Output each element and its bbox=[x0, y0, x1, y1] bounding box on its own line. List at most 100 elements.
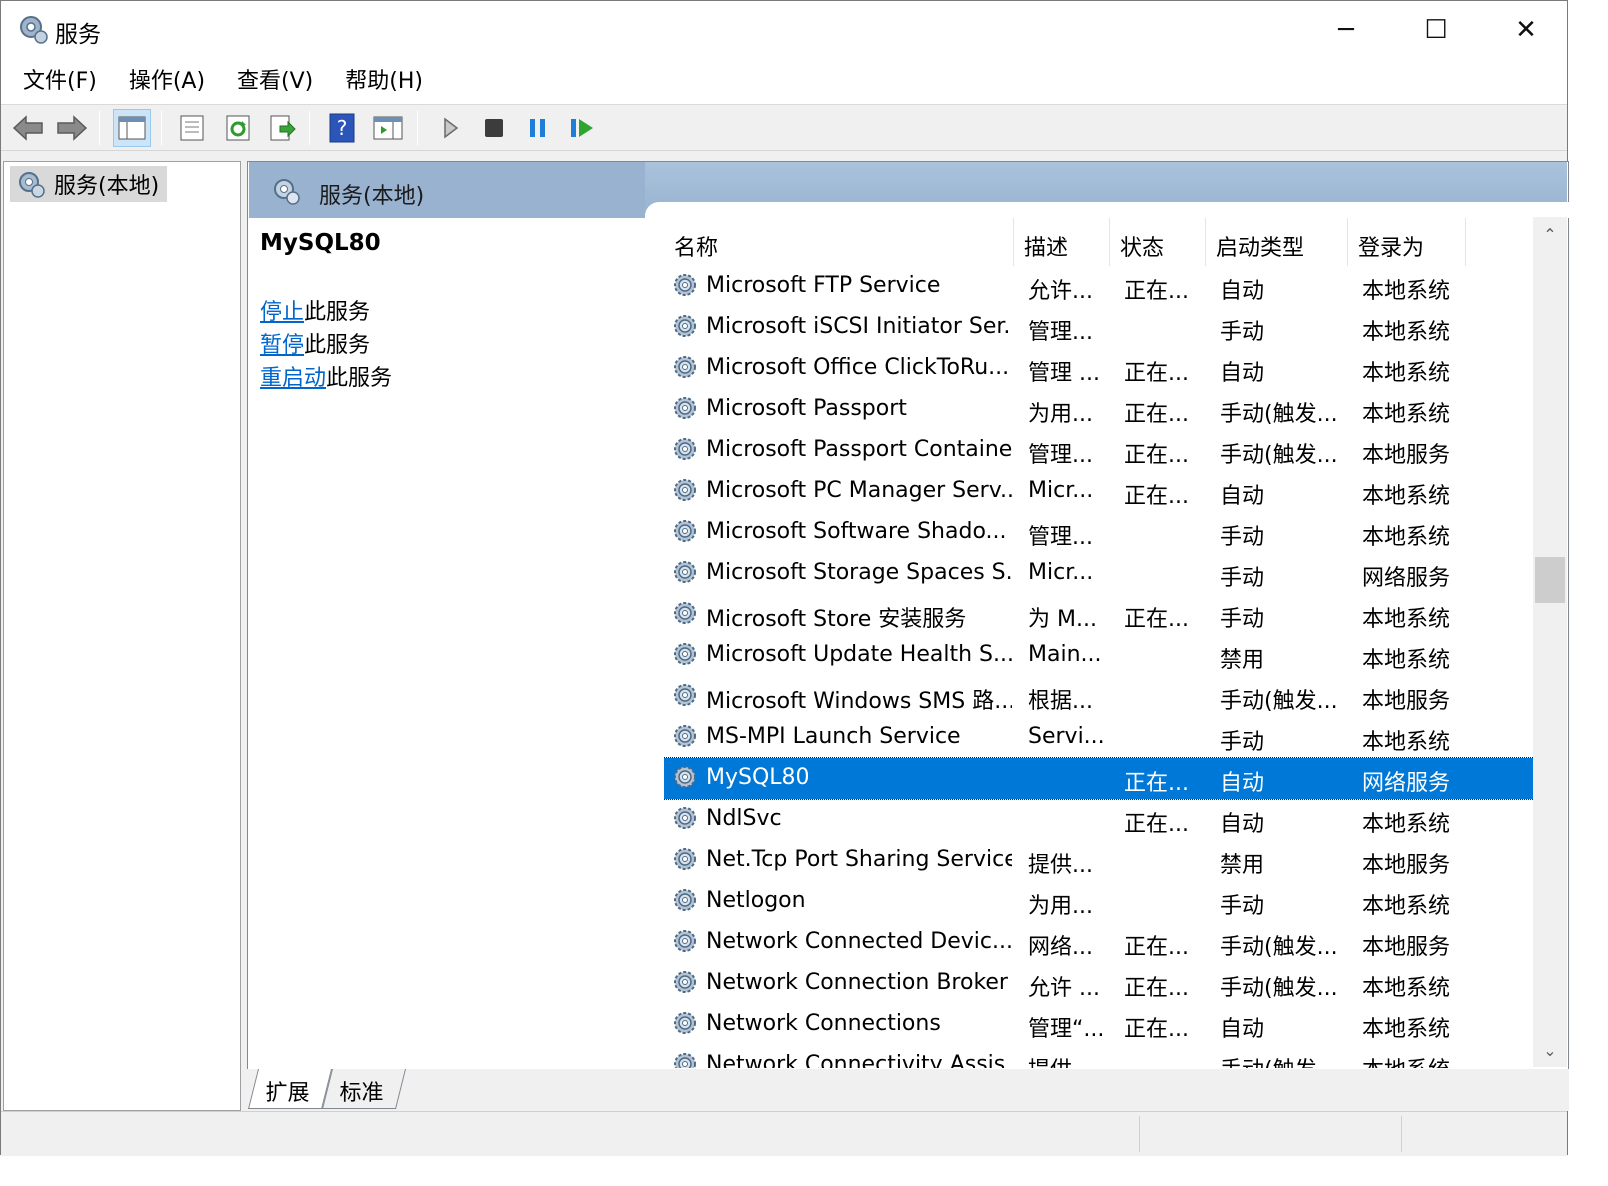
show-hide-console-tree-button[interactable] bbox=[113, 109, 151, 147]
table-row[interactable]: Microsoft Update Health S... Main... 禁用 本地系… bbox=[664, 635, 1536, 676]
service-logon-as-cell: 本地服务 bbox=[1362, 935, 1451, 960]
service-status-cell: 正在... bbox=[1124, 607, 1189, 632]
column-header-status[interactable]: 状态 bbox=[1110, 218, 1206, 266]
show-action-pane-button[interactable] bbox=[369, 109, 407, 147]
service-name-cell: Microsoft Office ClickToRu... bbox=[706, 355, 1010, 380]
table-row[interactable]: MS-MPI Launch Service Servi... 手动 本地系统 bbox=[664, 717, 1536, 758]
column-label: 启动类型 bbox=[1216, 236, 1305, 261]
table-row[interactable]: NdlSvc 正在... 自动 本地系统 bbox=[664, 799, 1536, 840]
service-gear-icon bbox=[674, 356, 696, 378]
table-row[interactable]: Microsoft Software Shado... 管理... 手动 本地系统 bbox=[664, 512, 1536, 553]
service-name-cell: Microsoft PC Manager Serv... bbox=[706, 478, 1012, 503]
service-logon-as-cell: 本地系统 bbox=[1362, 730, 1451, 755]
pause-service-button[interactable] bbox=[519, 109, 557, 147]
export-list-button[interactable] bbox=[263, 109, 301, 147]
service-logon-as-cell: 本地系统 bbox=[1362, 976, 1451, 1001]
close-button[interactable]: ✕ bbox=[1481, 1, 1571, 59]
column-header-name[interactable]: ^ 名称 bbox=[664, 218, 1014, 266]
table-row[interactable]: Net.Tcp Port Sharing Service 提供... 禁用 本地服务 bbox=[664, 840, 1536, 881]
service-name-cell: Microsoft iSCSI Initiator Ser... bbox=[706, 314, 1012, 339]
service-gear-icon bbox=[674, 479, 696, 501]
service-startup-type-cell: 手动 bbox=[1220, 525, 1265, 550]
maximize-button[interactable]: ☐ bbox=[1391, 1, 1481, 59]
start-service-button[interactable] bbox=[431, 109, 469, 147]
service-gear-icon bbox=[674, 889, 696, 911]
toolbar-separator bbox=[161, 111, 162, 145]
tree-item-services-local[interactable]: 服务(本地) bbox=[10, 166, 168, 202]
forward-button[interactable] bbox=[53, 109, 91, 147]
menu-file[interactable]: 文件(F) bbox=[7, 62, 113, 102]
scroll-up-button[interactable]: ⌃ bbox=[1533, 217, 1567, 251]
properties-button[interactable] bbox=[173, 109, 211, 147]
back-button[interactable] bbox=[9, 109, 47, 147]
services-pane: 服务(本地) MySQL80 停止此服务 暂停此服务 重启动此服务 ^ 名称 描… bbox=[247, 161, 1569, 1071]
table-row[interactable]: Microsoft FTP Service 允许... 正在... 自动 本地系统 bbox=[664, 266, 1536, 307]
services-gear-icon bbox=[19, 172, 45, 198]
forward-icon bbox=[57, 115, 88, 141]
service-logon-as-cell: 本地系统 bbox=[1362, 648, 1451, 673]
scrollbar-thumb[interactable] bbox=[1535, 557, 1565, 603]
stop-service-button[interactable] bbox=[475, 109, 513, 147]
service-logon-as-cell: 本地系统 bbox=[1362, 894, 1451, 919]
table-row[interactable]: Netlogon 为用... 手动 本地系统 bbox=[664, 881, 1536, 922]
service-logon-as-cell: 本地系统 bbox=[1362, 1052, 1472, 1068]
tab-extended[interactable]: 扩展 bbox=[248, 1069, 332, 1109]
pause-link[interactable]: 暂停 bbox=[260, 333, 304, 358]
status-cell bbox=[1139, 1116, 1401, 1152]
resume-service-button[interactable] bbox=[563, 109, 601, 147]
menu-view[interactable]: 查看(V) bbox=[221, 62, 329, 102]
service-gear-icon bbox=[674, 1053, 696, 1068]
menu-help[interactable]: 帮助(H) bbox=[329, 62, 439, 102]
scroll-down-button[interactable]: ⌄ bbox=[1533, 1033, 1567, 1067]
resume-service-icon bbox=[571, 119, 593, 137]
services-gear-icon bbox=[20, 16, 48, 44]
service-startup-type-cell: 手动(触发... bbox=[1220, 976, 1338, 1001]
action-suffix: 此服务 bbox=[304, 300, 371, 325]
stop-link[interactable]: 停止 bbox=[260, 300, 304, 325]
column-label: 登录为 bbox=[1358, 236, 1425, 261]
help-icon: ? bbox=[329, 113, 355, 143]
service-logon-as-cell: 本地系统 bbox=[1362, 607, 1451, 632]
column-header-description[interactable]: 描述 bbox=[1014, 218, 1110, 266]
console-tree: 服务(本地) bbox=[3, 161, 241, 1111]
table-row[interactable]: Microsoft PC Manager Serv... Micr... 正在...… bbox=[664, 471, 1536, 512]
pane-header-tab: 服务(本地) bbox=[249, 162, 645, 218]
toolbar: ? bbox=[1, 105, 1567, 151]
table-row[interactable]: Network Connected Devic... 网络... 正在... 手动(触… bbox=[664, 922, 1536, 963]
service-name-cell: Netlogon bbox=[706, 888, 806, 913]
table-row[interactable]: Microsoft Passport Container 管理... 正在... 手动… bbox=[664, 430, 1536, 471]
service-name-cell: Network Connections bbox=[706, 1011, 941, 1036]
table-row[interactable]: Microsoft iSCSI Initiator Ser... 管理... 手动 本… bbox=[664, 307, 1536, 348]
refresh-button[interactable] bbox=[219, 109, 257, 147]
table-row[interactable]: Microsoft Office ClickToRu... 管理 ... 正在...… bbox=[664, 348, 1536, 389]
table-row[interactable]: Microsoft Store 安装服务 为 M... 正在... 手动 本地系统 bbox=[664, 594, 1536, 635]
service-detail: MySQL80 停止此服务 暂停此服务 重启动此服务 bbox=[260, 230, 640, 395]
table-row[interactable]: Microsoft Storage Spaces S... Micr... 手动 网络… bbox=[664, 553, 1536, 594]
table-row[interactable]: MySQL80 正在... 自动 网络服务 bbox=[664, 757, 1536, 800]
table-row[interactable]: Microsoft Passport 为用... 正在... 手动(触发... 本地系统 bbox=[664, 389, 1536, 430]
table-row[interactable]: Network Connection Broker 允许 ... 正在... 手动(触… bbox=[664, 963, 1536, 1004]
help-button[interactable]: ? bbox=[323, 109, 361, 147]
table-row[interactable]: Microsoft Windows SMS 路... 根据... 手动(触发... 本… bbox=[664, 676, 1536, 717]
menu-bar: 文件(F) 操作(A) 查看(V) 帮助(H) bbox=[1, 59, 1567, 105]
column-header-logon-as[interactable]: 登录为 bbox=[1348, 218, 1466, 266]
service-gear-icon bbox=[674, 561, 696, 583]
title-bar[interactable]: 服务 ─ ☐ ✕ bbox=[1, 1, 1567, 59]
service-description-cell: Micr... bbox=[1028, 478, 1094, 503]
column-header-startup-type[interactable]: 启动类型 bbox=[1206, 218, 1348, 266]
service-startup-type-cell: 自动 bbox=[1220, 484, 1265, 509]
table-row[interactable]: Network Connections 管理“... 正在... 自动 本地系统 bbox=[664, 1004, 1536, 1045]
menu-action[interactable]: 操作(A) bbox=[113, 62, 221, 102]
vertical-scrollbar[interactable]: ⌃ ⌄ bbox=[1533, 217, 1567, 1067]
service-gear-icon bbox=[674, 930, 696, 952]
restart-link[interactable]: 重启动 bbox=[260, 366, 326, 391]
service-status-cell: 正在... bbox=[1124, 1017, 1189, 1042]
service-gear-icon bbox=[674, 971, 696, 993]
view-tabs: 扩展 标准 bbox=[247, 1069, 1569, 1111]
minimize-button[interactable]: ─ bbox=[1301, 1, 1391, 59]
service-startup-type-cell: 手动 bbox=[1220, 894, 1265, 919]
table-row[interactable]: Network Connectivity Assis... 提供... 手动(触发.… bbox=[664, 1045, 1536, 1068]
pane-header-curve bbox=[645, 202, 1569, 218]
tab-standard[interactable]: 标准 bbox=[322, 1069, 406, 1109]
service-description-cell: 管理... bbox=[1028, 443, 1093, 468]
